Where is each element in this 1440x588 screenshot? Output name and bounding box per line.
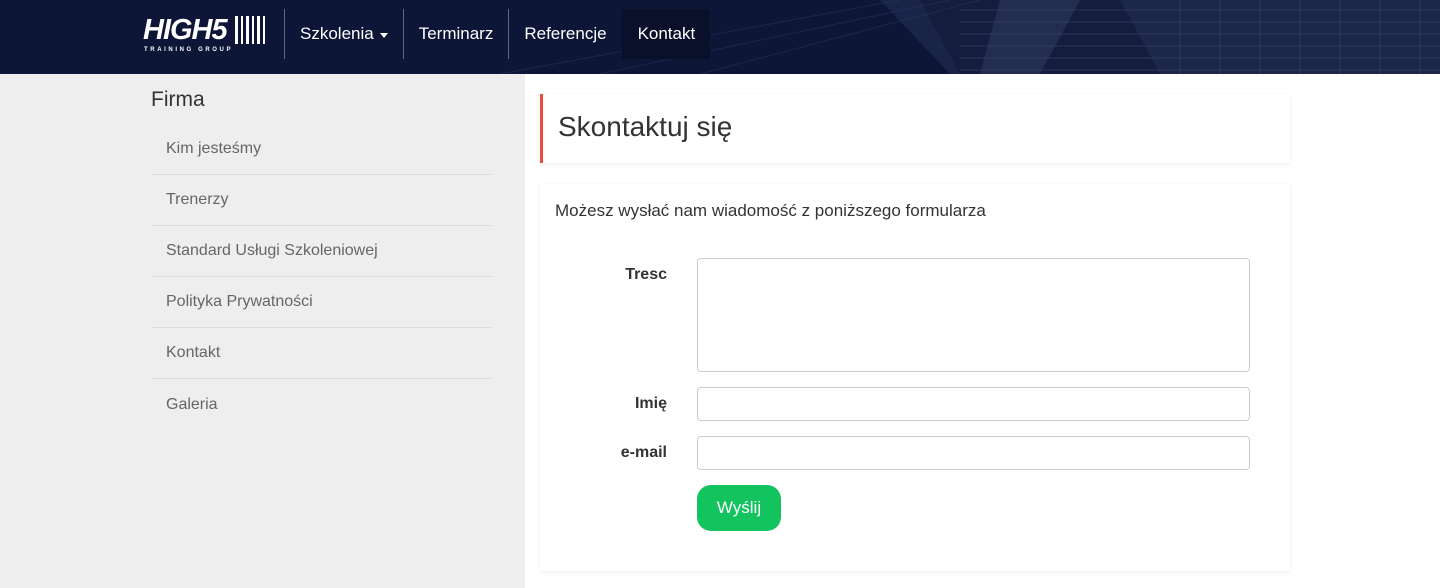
nav-item-referencje[interactable]: Referencje: [508, 9, 621, 59]
nav-item-label: Kontakt: [637, 24, 696, 43]
sidebar-item-galeria[interactable]: Galeria: [152, 379, 493, 430]
message-textarea[interactable]: [697, 258, 1250, 372]
top-navbar: HIGH5 TRAINING GROUP Szkolenia Terminarz…: [0, 0, 1440, 74]
sidebar-item-polityka[interactable]: Polityka Prywatności: [152, 277, 493, 328]
submit-button[interactable]: Wyślij: [697, 485, 781, 531]
caret-down-icon: [379, 32, 388, 38]
sidebar-menu: Kim jesteśmy Trenerzy Standard Usługi Sz…: [152, 124, 493, 430]
email-input[interactable]: [697, 436, 1250, 470]
sidebar-item-kontakt[interactable]: Kontakt: [152, 328, 493, 379]
sidebar-item-trenerzy[interactable]: Trenerzy: [152, 175, 493, 226]
email-label: e-mail: [620, 444, 667, 461]
sidebar-item-standard[interactable]: Standard Usługi Szkoleniowej: [152, 226, 493, 277]
name-label: Imię: [634, 395, 667, 412]
high5-logo[interactable]: HIGH5 TRAINING GROUP: [143, 14, 267, 56]
nav-item-label: Terminarz: [418, 24, 494, 43]
nav-item-kontakt[interactable]: Kontakt: [621, 9, 711, 59]
page-title: Skontaktuj się: [558, 111, 733, 142]
message-label: Tresc: [625, 266, 667, 283]
sidebar-title: Firma: [151, 88, 205, 111]
sidebar-item-kim-jestesmy[interactable]: Kim jesteśmy: [152, 124, 493, 175]
nav-item-szkolenia[interactable]: Szkolenia: [284, 9, 403, 59]
page-heading-box: Skontaktuj się: [540, 94, 1290, 163]
nav-item-label: Referencje: [524, 24, 607, 43]
main-nav: Szkolenia Terminarz Referencje Kontakt: [284, 9, 711, 59]
logo-tagline: TRAINING GROUP: [144, 47, 234, 53]
logo-wordmark: HIGH5: [143, 14, 228, 46]
nav-item-terminarz[interactable]: Terminarz: [402, 9, 509, 59]
logo-barcode-graphic: [235, 16, 265, 44]
contact-form: Możesz wysłać nam wiadomość z poniższego…: [540, 184, 1290, 571]
name-input[interactable]: [697, 387, 1250, 421]
form-intro-text: Możesz wysłać nam wiadomość z poniższego…: [555, 201, 986, 220]
sidebar: Firma Kim jesteśmy Trenerzy Standard Usł…: [0, 74, 525, 588]
nav-item-label: Szkolenia: [300, 24, 374, 43]
